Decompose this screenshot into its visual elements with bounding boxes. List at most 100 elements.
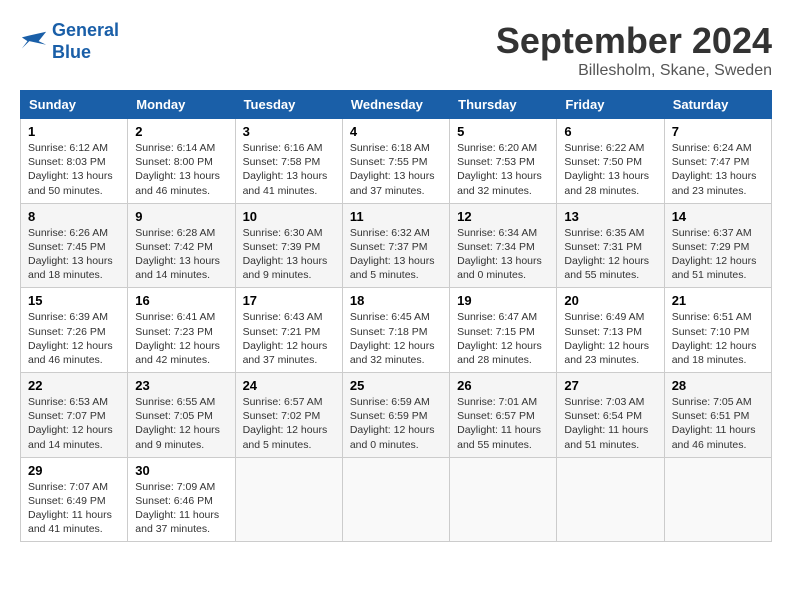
col-header-wednesday: Wednesday	[342, 91, 449, 119]
day-number: 23	[135, 378, 227, 393]
logo-line2: Blue	[52, 42, 91, 62]
calendar-cell: 13 Sunrise: 6:35 AMSunset: 7:31 PMDayligh…	[557, 203, 664, 288]
day-detail: Sunrise: 6:53 AMSunset: 7:07 PMDaylight:…	[28, 396, 113, 451]
day-detail: Sunrise: 6:49 AMSunset: 7:13 PMDaylight:…	[564, 311, 649, 366]
col-header-thursday: Thursday	[450, 91, 557, 119]
col-header-saturday: Saturday	[664, 91, 771, 119]
day-number: 15	[28, 293, 120, 308]
calendar-cell: 26 Sunrise: 7:01 AMSunset: 6:57 PMDayligh…	[450, 373, 557, 458]
day-detail: Sunrise: 6:12 AMSunset: 8:03 PMDaylight:…	[28, 142, 113, 197]
day-number: 3	[243, 124, 335, 139]
calendar-cell: 22Sunrise: 6:53 AMSunset: 7:07 PMDayligh…	[21, 373, 128, 458]
day-number: 14	[672, 209, 764, 224]
day-number: 19	[457, 293, 549, 308]
day-detail: Sunrise: 6:57 AMSunset: 7:02 PMDaylight:…	[243, 396, 328, 451]
calendar-cell: 8 Sunrise: 6:26 AMSunset: 7:45 PMDaylight…	[21, 203, 128, 288]
calendar-cell	[235, 457, 342, 542]
calendar-cell: 30 Sunrise: 7:09 AMSunset: 6:46 PMDayligh…	[128, 457, 235, 542]
day-number: 12	[457, 209, 549, 224]
calendar-cell: 2 Sunrise: 6:14 AMSunset: 8:00 PMDaylight…	[128, 119, 235, 204]
day-number: 29	[28, 463, 120, 478]
day-number: 7	[672, 124, 764, 139]
day-number: 20	[564, 293, 656, 308]
day-detail: Sunrise: 6:26 AMSunset: 7:45 PMDaylight:…	[28, 227, 113, 282]
calendar-cell: 4Sunrise: 6:18 AMSunset: 7:55 PMDaylight…	[342, 119, 449, 204]
calendar-cell: 12 Sunrise: 6:34 AMSunset: 7:34 PMDayligh…	[450, 203, 557, 288]
day-number: 25	[350, 378, 442, 393]
day-detail: Sunrise: 6:51 AMSunset: 7:10 PMDaylight:…	[672, 311, 757, 366]
day-detail: Sunrise: 6:14 AMSunset: 8:00 PMDaylight:…	[135, 142, 220, 197]
col-header-tuesday: Tuesday	[235, 91, 342, 119]
title-block: September 2024 Billesholm, Skane, Sweden	[496, 20, 772, 80]
day-number: 13	[564, 209, 656, 224]
calendar-cell: 29Sunrise: 7:07 AMSunset: 6:49 PMDayligh…	[21, 457, 128, 542]
day-detail: Sunrise: 6:34 AMSunset: 7:34 PMDaylight:…	[457, 227, 542, 282]
calendar-cell: 27Sunrise: 7:03 AMSunset: 6:54 PMDayligh…	[557, 373, 664, 458]
calendar-cell: 20 Sunrise: 6:49 AMSunset: 7:13 PMDayligh…	[557, 288, 664, 373]
calendar-cell: 25Sunrise: 6:59 AMSunset: 6:59 PMDayligh…	[342, 373, 449, 458]
day-detail: Sunrise: 6:28 AMSunset: 7:42 PMDaylight:…	[135, 227, 220, 282]
col-header-sunday: Sunday	[21, 91, 128, 119]
calendar-cell: 19Sunrise: 6:47 AMSunset: 7:15 PMDayligh…	[450, 288, 557, 373]
day-number: 8	[28, 209, 120, 224]
calendar-cell: 28 Sunrise: 7:05 AMSunset: 6:51 PMDayligh…	[664, 373, 771, 458]
day-detail: Sunrise: 6:43 AMSunset: 7:21 PMDaylight:…	[243, 311, 328, 366]
day-number: 10	[243, 209, 335, 224]
calendar-cell: 16Sunrise: 6:41 AMSunset: 7:23 PMDayligh…	[128, 288, 235, 373]
calendar-table: SundayMondayTuesdayWednesdayThursdayFrid…	[20, 90, 772, 542]
col-header-friday: Friday	[557, 91, 664, 119]
calendar-cell: 24 Sunrise: 6:57 AMSunset: 7:02 PMDayligh…	[235, 373, 342, 458]
day-detail: Sunrise: 7:05 AMSunset: 6:51 PMDaylight:…	[672, 396, 756, 451]
day-detail: Sunrise: 6:39 AMSunset: 7:26 PMDaylight:…	[28, 311, 113, 366]
calendar-cell: 7 Sunrise: 6:24 AMSunset: 7:47 PMDaylight…	[664, 119, 771, 204]
calendar-week-row: 1 Sunrise: 6:12 AMSunset: 8:03 PMDaylight…	[21, 119, 772, 204]
calendar-cell: 1 Sunrise: 6:12 AMSunset: 8:03 PMDaylight…	[21, 119, 128, 204]
calendar-cell: 3 Sunrise: 6:16 AMSunset: 7:58 PMDaylight…	[235, 119, 342, 204]
calendar-cell: 23Sunrise: 6:55 AMSunset: 7:05 PMDayligh…	[128, 373, 235, 458]
day-number: 1	[28, 124, 120, 139]
calendar-cell: 15 Sunrise: 6:39 AMSunset: 7:26 PMDayligh…	[21, 288, 128, 373]
day-number: 18	[350, 293, 442, 308]
day-number: 24	[243, 378, 335, 393]
calendar-cell: 14Sunrise: 6:37 AMSunset: 7:29 PMDayligh…	[664, 203, 771, 288]
day-detail: Sunrise: 6:30 AMSunset: 7:39 PMDaylight:…	[243, 227, 328, 282]
calendar-cell: 17Sunrise: 6:43 AMSunset: 7:21 PMDayligh…	[235, 288, 342, 373]
calendar-cell	[664, 457, 771, 542]
calendar-body: 1 Sunrise: 6:12 AMSunset: 8:03 PMDaylight…	[21, 119, 772, 542]
day-number: 26	[457, 378, 549, 393]
day-detail: Sunrise: 7:09 AMSunset: 6:46 PMDaylight:…	[135, 481, 219, 536]
calendar-cell	[450, 457, 557, 542]
day-number: 9	[135, 209, 227, 224]
day-detail: Sunrise: 6:24 AMSunset: 7:47 PMDaylight:…	[672, 142, 757, 197]
day-detail: Sunrise: 6:35 AMSunset: 7:31 PMDaylight:…	[564, 227, 649, 282]
page-header: General Blue September 2024 Billesholm, …	[20, 20, 772, 80]
day-number: 21	[672, 293, 764, 308]
day-detail: Sunrise: 6:32 AMSunset: 7:37 PMDaylight:…	[350, 227, 435, 282]
calendar-cell	[557, 457, 664, 542]
calendar-week-row: 8 Sunrise: 6:26 AMSunset: 7:45 PMDaylight…	[21, 203, 772, 288]
calendar-week-row: 22Sunrise: 6:53 AMSunset: 7:07 PMDayligh…	[21, 373, 772, 458]
day-detail: Sunrise: 6:18 AMSunset: 7:55 PMDaylight:…	[350, 142, 435, 197]
calendar-cell: 10 Sunrise: 6:30 AMSunset: 7:39 PMDayligh…	[235, 203, 342, 288]
day-number: 28	[672, 378, 764, 393]
logo-line1: General	[52, 20, 119, 40]
calendar-header-row: SundayMondayTuesdayWednesdayThursdayFrid…	[21, 91, 772, 119]
month-title: September 2024	[496, 20, 772, 62]
calendar-cell: 21 Sunrise: 6:51 AMSunset: 7:10 PMDayligh…	[664, 288, 771, 373]
logo-icon	[20, 28, 48, 56]
day-number: 2	[135, 124, 227, 139]
day-number: 30	[135, 463, 227, 478]
day-detail: Sunrise: 6:20 AMSunset: 7:53 PMDaylight:…	[457, 142, 542, 197]
day-detail: Sunrise: 6:22 AMSunset: 7:50 PMDaylight:…	[564, 142, 649, 197]
calendar-cell	[342, 457, 449, 542]
day-number: 5	[457, 124, 549, 139]
calendar-cell: 6Sunrise: 6:22 AMSunset: 7:50 PMDaylight…	[557, 119, 664, 204]
day-number: 11	[350, 209, 442, 224]
col-header-monday: Monday	[128, 91, 235, 119]
day-number: 27	[564, 378, 656, 393]
day-detail: Sunrise: 7:01 AMSunset: 6:57 PMDaylight:…	[457, 396, 541, 451]
calendar-week-row: 15 Sunrise: 6:39 AMSunset: 7:26 PMDayligh…	[21, 288, 772, 373]
day-detail: Sunrise: 6:16 AMSunset: 7:58 PMDaylight:…	[243, 142, 328, 197]
calendar-cell: 18Sunrise: 6:45 AMSunset: 7:18 PMDayligh…	[342, 288, 449, 373]
logo: General Blue	[20, 20, 119, 63]
